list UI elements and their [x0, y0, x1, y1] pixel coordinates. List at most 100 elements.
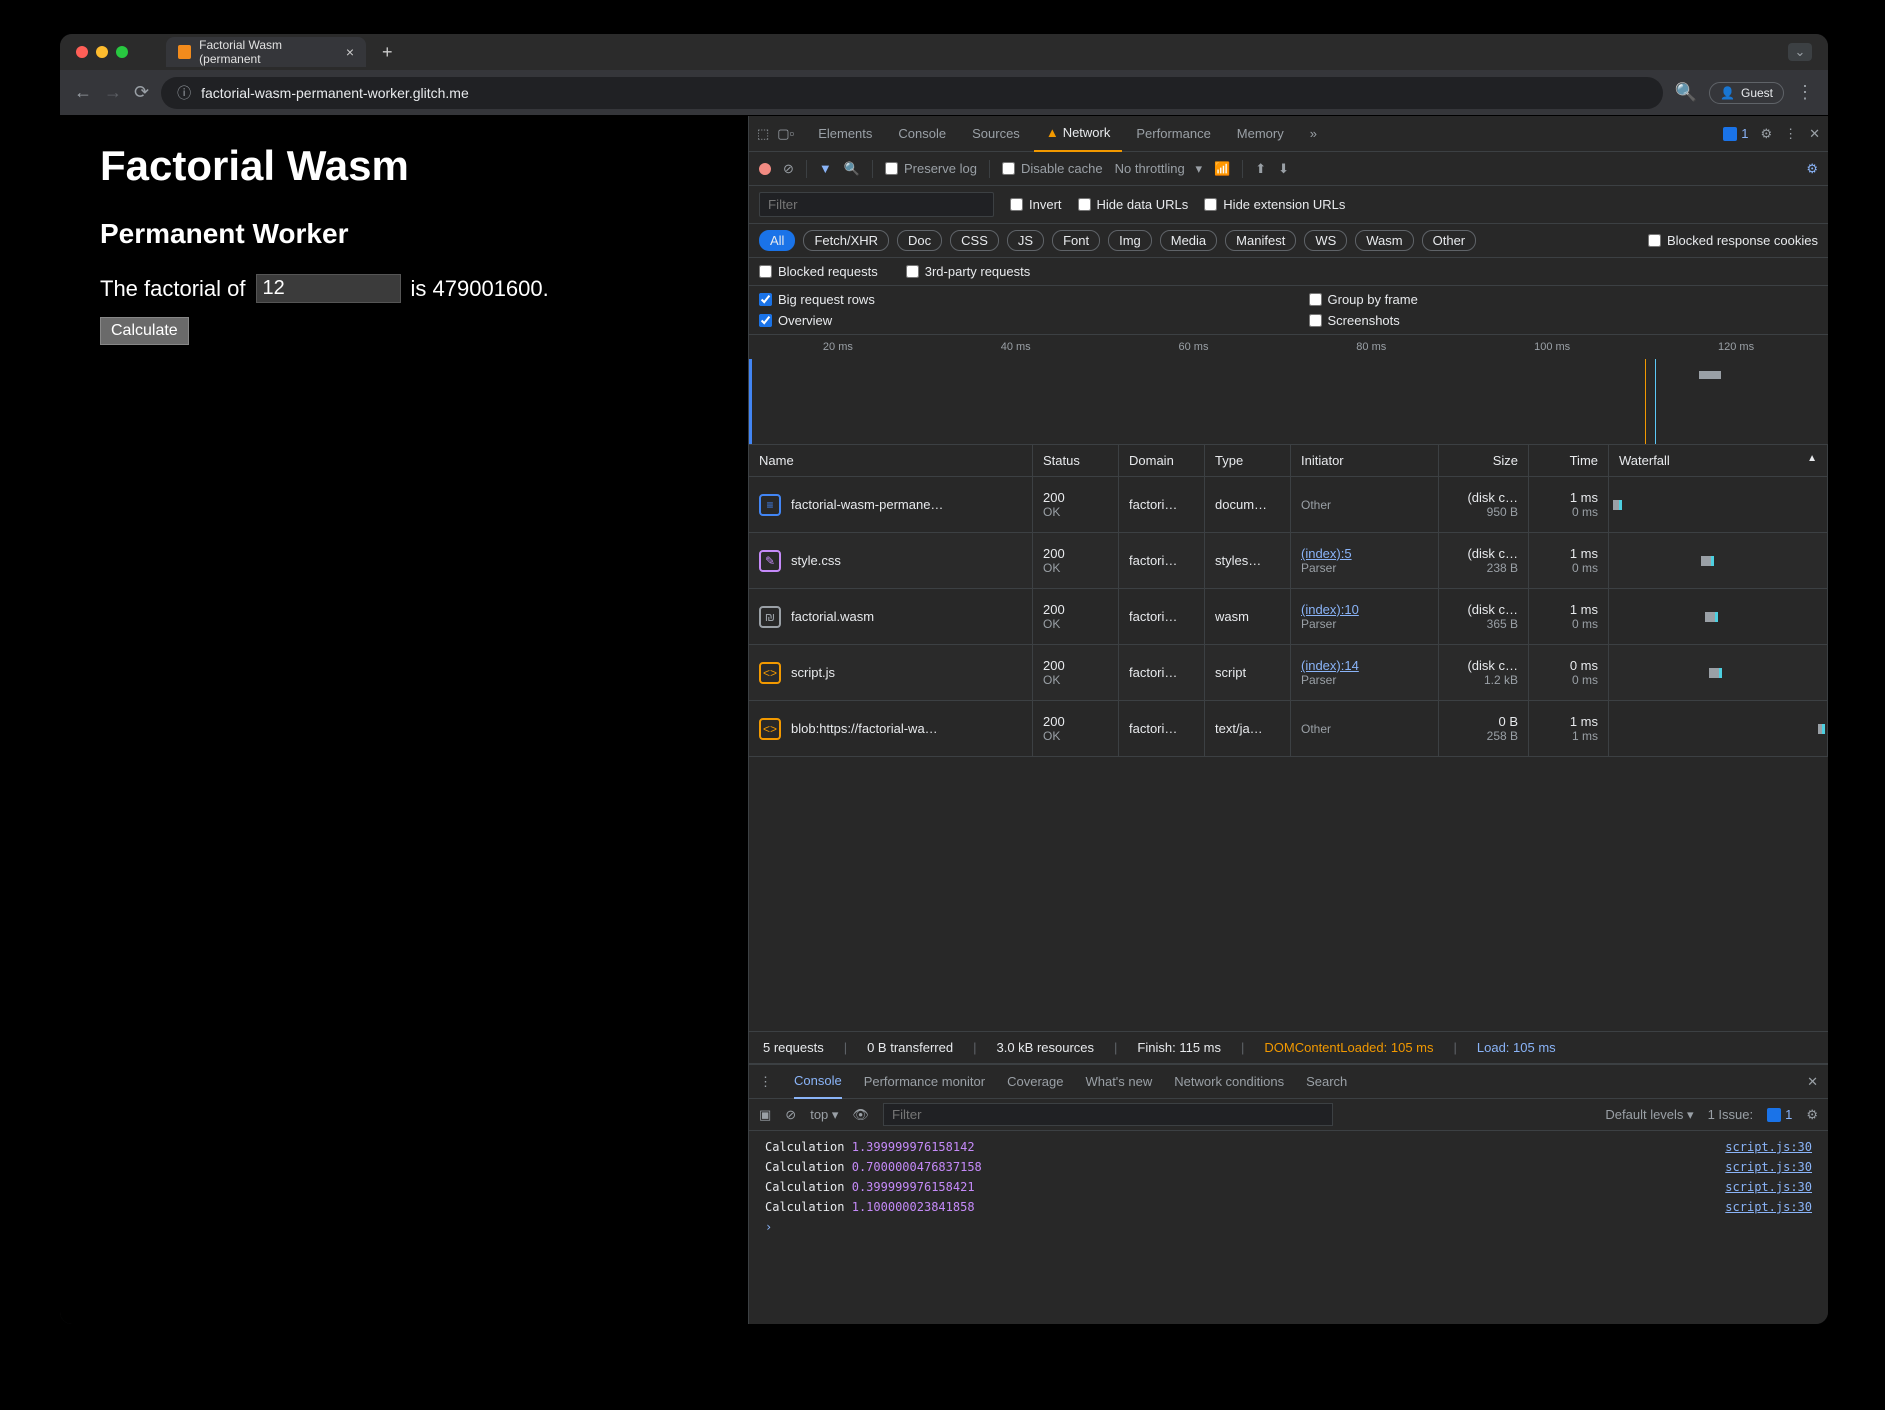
- hide-data-urls-checkbox[interactable]: Hide data URLs: [1078, 197, 1189, 212]
- chip-font[interactable]: Font: [1052, 230, 1100, 251]
- device-toggle-icon[interactable]: ▢▫: [777, 126, 794, 142]
- chip-css[interactable]: CSS: [950, 230, 999, 251]
- minimize-window-icon[interactable]: [96, 46, 108, 58]
- col-domain[interactable]: Domain: [1119, 445, 1205, 476]
- clear-button[interactable]: ⊘: [783, 161, 794, 177]
- chip-js[interactable]: JS: [1007, 230, 1044, 251]
- devtools-close-icon[interactable]: ✕: [1809, 126, 1820, 142]
- close-window-icon[interactable]: [76, 46, 88, 58]
- search-icon[interactable]: 🔍: [844, 161, 860, 177]
- console-issue-badge[interactable]: 1: [1767, 1107, 1792, 1122]
- preserve-log-checkbox[interactable]: Preserve log: [885, 161, 977, 176]
- network-conditions-icon[interactable]: 📶: [1214, 161, 1230, 177]
- issues-badge[interactable]: 1: [1723, 126, 1748, 141]
- log-source-link[interactable]: script.js:30: [1725, 1160, 1812, 1174]
- col-size[interactable]: Size: [1439, 445, 1529, 476]
- network-settings-icon[interactable]: ⚙: [1806, 161, 1818, 177]
- status-text: OK: [1043, 673, 1108, 687]
- drawer-tab-console[interactable]: Console: [794, 1065, 842, 1099]
- screenshots-checkbox[interactable]: Screenshots: [1309, 313, 1819, 328]
- log-source-link[interactable]: script.js:30: [1725, 1200, 1812, 1214]
- tab-sources[interactable]: Sources: [960, 116, 1032, 152]
- drawer-tab-whatsnew[interactable]: What's new: [1085, 1074, 1152, 1089]
- drawer-tab-search[interactable]: Search: [1306, 1074, 1347, 1089]
- overview-checkbox[interactable]: Overview: [759, 313, 1269, 328]
- blocked-requests-checkbox[interactable]: Blocked requests: [759, 264, 878, 279]
- invert-checkbox[interactable]: Invert: [1010, 197, 1062, 212]
- console-clear-icon[interactable]: ⊘: [785, 1107, 796, 1123]
- big-rows-checkbox[interactable]: Big request rows: [759, 292, 1269, 307]
- url-bar[interactable]: ⓘ factorial-wasm-permanent-worker.glitch…: [161, 77, 1663, 109]
- kebab-menu-icon[interactable]: ⋮: [1796, 82, 1814, 103]
- site-info-icon[interactable]: ⓘ: [177, 83, 191, 103]
- tab-elements[interactable]: Elements: [806, 116, 884, 152]
- table-row[interactable]: <>script.js 200OK factori… script (index…: [749, 645, 1828, 701]
- context-select[interactable]: top ▾: [810, 1107, 838, 1123]
- table-row[interactable]: ₪factorial.wasm 200OK factori… wasm (ind…: [749, 589, 1828, 645]
- record-button[interactable]: [759, 163, 771, 175]
- tab-close-icon[interactable]: ×: [346, 44, 354, 60]
- filter-toggle-icon[interactable]: ▼: [819, 161, 832, 176]
- tab-network[interactable]: ▲Network: [1034, 116, 1123, 152]
- devtools-settings-icon[interactable]: ⚙: [1760, 126, 1772, 142]
- chip-other[interactable]: Other: [1422, 230, 1477, 251]
- drawer-close-icon[interactable]: ✕: [1807, 1074, 1818, 1090]
- col-initiator[interactable]: Initiator: [1291, 445, 1439, 476]
- download-har-icon[interactable]: ⬇: [1278, 161, 1289, 177]
- filter-input[interactable]: [759, 192, 994, 217]
- table-row[interactable]: ✎style.css 200OK factori… styles… (index…: [749, 533, 1828, 589]
- chip-doc[interactable]: Doc: [897, 230, 942, 251]
- tab-performance[interactable]: Performance: [1124, 116, 1222, 152]
- chip-manifest[interactable]: Manifest: [1225, 230, 1296, 251]
- chevron-down-icon[interactable]: ⌄: [1788, 43, 1812, 61]
- tab-memory[interactable]: Memory: [1225, 116, 1296, 152]
- drawer-tab-perfmon[interactable]: Performance monitor: [864, 1074, 985, 1089]
- inspect-icon[interactable]: ⬚: [757, 126, 769, 142]
- browser-tab[interactable]: Factorial Wasm (permanent ×: [166, 37, 366, 67]
- table-row[interactable]: ≡factorial-wasm-permane… 200OK factori… …: [749, 477, 1828, 533]
- tab-more[interactable]: »: [1298, 116, 1329, 152]
- table-row[interactable]: <>blob:https://factorial-wa… 200OK facto…: [749, 701, 1828, 757]
- zoom-icon[interactable]: 🔍: [1675, 82, 1697, 103]
- levels-select[interactable]: Default levels ▾: [1605, 1107, 1693, 1123]
- back-button[interactable]: ←: [74, 82, 92, 103]
- throttling-select[interactable]: No throttling ▾: [1115, 161, 1202, 177]
- blocked-cookies-checkbox[interactable]: Blocked response cookies: [1648, 233, 1818, 248]
- log-source-link[interactable]: script.js:30: [1725, 1140, 1812, 1154]
- col-status[interactable]: Status: [1033, 445, 1119, 476]
- reload-button[interactable]: ⟳: [134, 82, 149, 103]
- profile-chip[interactable]: 👤 Guest: [1709, 82, 1784, 104]
- group-frame-checkbox[interactable]: Group by frame: [1309, 292, 1819, 307]
- devtools-kebab-icon[interactable]: ⋮: [1784, 126, 1797, 142]
- upload-har-icon[interactable]: ⬆: [1255, 161, 1266, 177]
- drawer-tab-coverage[interactable]: Coverage: [1007, 1074, 1063, 1089]
- console-filter-input[interactable]: [883, 1103, 1333, 1126]
- console-body[interactable]: Calculation 1.399999976158142script.js:3…: [749, 1131, 1828, 1324]
- factorial-input[interactable]: [256, 274, 401, 303]
- hide-ext-urls-checkbox[interactable]: Hide extension URLs: [1204, 197, 1345, 212]
- chip-media[interactable]: Media: [1160, 230, 1217, 251]
- tab-console[interactable]: Console: [886, 116, 958, 152]
- disable-cache-checkbox[interactable]: Disable cache: [1002, 161, 1103, 176]
- chip-ws[interactable]: WS: [1304, 230, 1347, 251]
- chip-all[interactable]: All: [759, 230, 795, 251]
- drawer-kebab-icon[interactable]: ⋮: [759, 1074, 772, 1090]
- col-time[interactable]: Time: [1529, 445, 1609, 476]
- chip-wasm[interactable]: Wasm: [1355, 230, 1413, 251]
- new-tab-button[interactable]: +: [376, 42, 399, 63]
- console-prompt[interactable]: ›: [749, 1217, 1828, 1237]
- chip-fetch-xhr[interactable]: Fetch/XHR: [803, 230, 889, 251]
- col-name[interactable]: Name: [749, 445, 1033, 476]
- live-expression-icon[interactable]: 👁: [852, 1107, 869, 1123]
- third-party-checkbox[interactable]: 3rd-party requests: [906, 264, 1031, 279]
- console-settings-icon[interactable]: ⚙: [1806, 1107, 1818, 1123]
- sidebar-toggle-icon[interactable]: ▣: [759, 1107, 771, 1123]
- maximize-window-icon[interactable]: [116, 46, 128, 58]
- col-waterfall[interactable]: Waterfall▲: [1609, 445, 1828, 476]
- col-type[interactable]: Type: [1205, 445, 1291, 476]
- timeline-overview[interactable]: 20 ms 40 ms 60 ms 80 ms 100 ms 120 ms: [749, 335, 1828, 445]
- calculate-button[interactable]: Calculate: [100, 317, 189, 345]
- drawer-tab-netcond[interactable]: Network conditions: [1174, 1074, 1284, 1089]
- log-source-link[interactable]: script.js:30: [1725, 1180, 1812, 1194]
- chip-img[interactable]: Img: [1108, 230, 1152, 251]
